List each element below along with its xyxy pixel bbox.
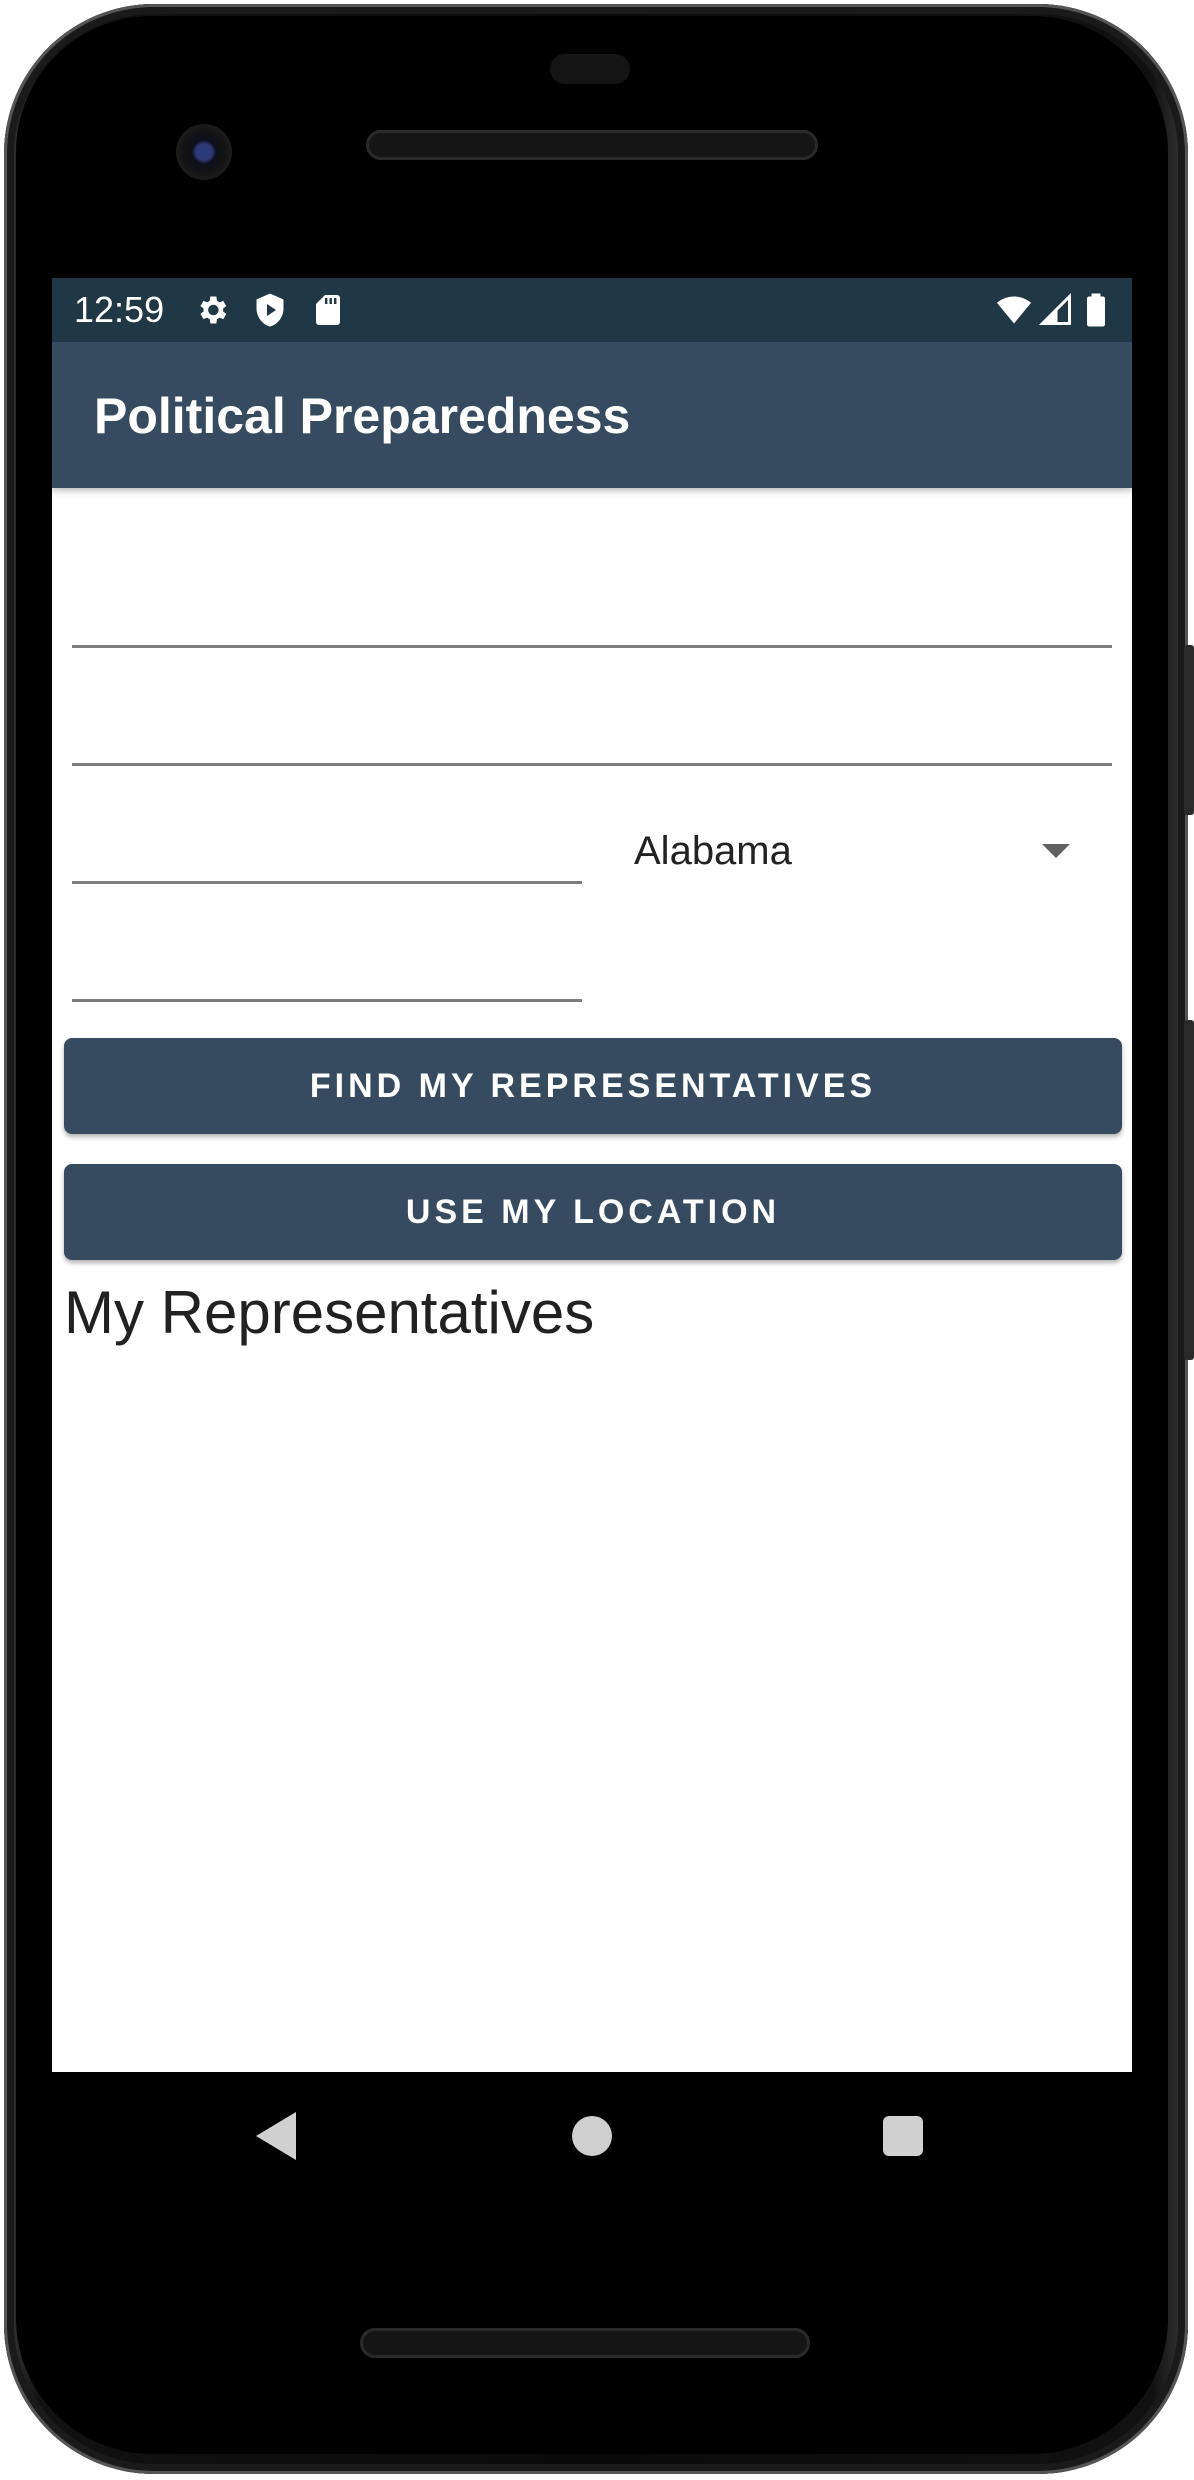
battery-icon (1087, 293, 1105, 327)
app-screen: 12:59 Political Preparedness Alabama FIN… (52, 278, 1132, 2072)
home-icon[interactable] (572, 2116, 612, 2156)
proximity-sensor (550, 54, 630, 84)
sd-card-icon (316, 295, 340, 325)
representatives-list (52, 1368, 1132, 2068)
city-field[interactable] (72, 814, 582, 884)
dropdown-arrow-icon (1042, 844, 1070, 858)
shield-play-icon (256, 293, 284, 327)
front-camera (176, 124, 232, 180)
bottom-speaker (360, 2328, 810, 2358)
power-button[interactable] (1184, 645, 1194, 815)
recents-icon[interactable] (883, 2116, 923, 2156)
zip-field[interactable] (72, 932, 582, 1002)
address-line-2-field[interactable] (72, 696, 1112, 766)
app-title: Political Preparedness (94, 388, 631, 444)
wifi-icon (996, 296, 1032, 324)
address-line-1-field[interactable] (72, 578, 1112, 648)
earpiece-speaker (366, 130, 818, 160)
use-my-location-button[interactable]: USE MY LOCATION (64, 1164, 1122, 1260)
state-selected-value: Alabama (634, 829, 792, 873)
signal-icon (1038, 292, 1071, 325)
volume-button[interactable] (1184, 1020, 1194, 1360)
representatives-heading: My Representatives (64, 1279, 595, 1346)
phone-device: 12:59 Political Preparedness Alabama FIN… (0, 0, 1194, 2480)
status-time: 12:59 (74, 289, 165, 330)
back-icon[interactable] (256, 2112, 296, 2160)
app-bar: Political Preparedness (52, 342, 1132, 488)
gear-icon (200, 296, 227, 324)
find-representatives-button[interactable]: FIND MY REPRESENTATIVES (64, 1038, 1122, 1134)
status-bar: 12:59 (52, 278, 1132, 342)
